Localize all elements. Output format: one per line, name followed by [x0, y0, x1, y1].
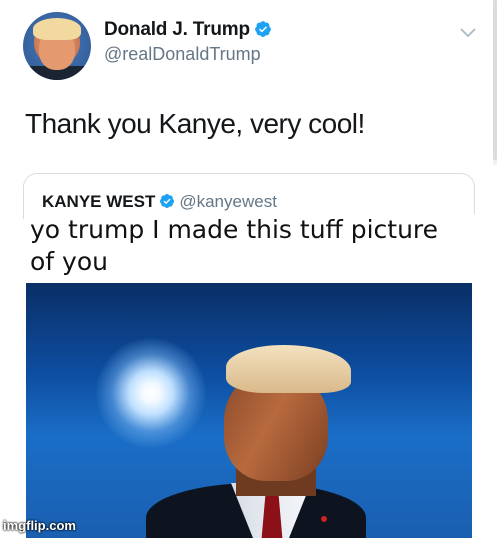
quoted-display-name[interactable]: KANYE WEST: [42, 192, 155, 211]
caption: yo trump I made this tuff picture of you: [30, 214, 490, 278]
caption-line-1: yo trump I made this tuff picture: [30, 215, 439, 244]
sun-glare: [96, 338, 206, 448]
watermark: imgflip.com: [3, 518, 76, 533]
avatar-hair: [33, 18, 81, 40]
caption-line-2: of you: [30, 247, 108, 276]
lapel-pin: [321, 516, 327, 522]
figure-hair: [226, 345, 351, 393]
display-name-text[interactable]: Donald J. Trump: [104, 19, 250, 40]
avatar[interactable]: [23, 12, 91, 80]
tweet-card: Donald J. Trump @realDonaldTrump Thank y…: [0, 0, 500, 538]
verified-badge-icon: [254, 21, 271, 37]
handle[interactable]: @realDonaldTrump: [104, 44, 261, 65]
quoted-handle[interactable]: @kanyewest: [179, 192, 277, 211]
scrollbar-thumb[interactable]: [493, 0, 497, 160]
portrait-photo[interactable]: [26, 283, 472, 538]
tweet-text: Thank you Kanye, very cool!: [25, 108, 365, 139]
display-name[interactable]: Donald J. Trump: [104, 19, 272, 41]
quoted-tweet-header: KANYE WEST @kanyewest: [42, 192, 277, 212]
verified-badge-icon: [160, 194, 175, 208]
meme-page: Donald J. Trump @realDonaldTrump Thank y…: [0, 0, 500, 538]
chevron-down-icon[interactable]: [460, 27, 476, 39]
quoted-tweet[interactable]: KANYE WEST @kanyewest: [23, 173, 475, 219]
